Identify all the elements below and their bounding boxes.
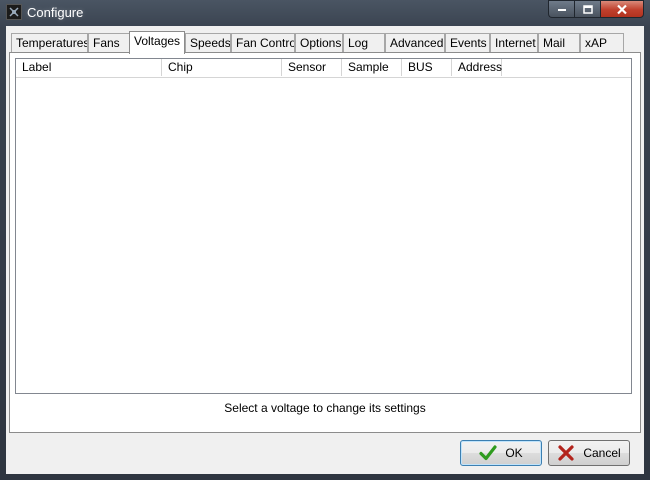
- column-label[interactable]: Label: [16, 59, 162, 76]
- tab-internet[interactable]: Internet: [490, 33, 538, 53]
- column-sample[interactable]: Sample: [342, 59, 402, 76]
- configure-window: Configure Temperatures Fans Voltages Spe…: [0, 0, 650, 480]
- close-button[interactable]: [600, 0, 644, 18]
- tab-speeds[interactable]: Speeds: [185, 33, 231, 53]
- ok-label: OK: [505, 446, 523, 460]
- caption-buttons: [548, 0, 644, 18]
- check-icon: [479, 445, 497, 461]
- tab-log[interactable]: Log: [343, 33, 385, 53]
- tab-mail[interactable]: Mail: [538, 33, 580, 53]
- column-address[interactable]: Address: [452, 59, 502, 76]
- tab-fan-control[interactable]: Fan Control: [231, 33, 295, 53]
- tab-events[interactable]: Events: [445, 33, 490, 53]
- column-sensor[interactable]: Sensor: [282, 59, 342, 76]
- x-icon: [558, 445, 574, 461]
- voltages-list[interactable]: Label Chip Sensor Sample BUS Address: [15, 58, 632, 394]
- tab-options[interactable]: Options: [295, 33, 343, 53]
- ok-button[interactable]: OK: [460, 440, 542, 466]
- voltages-panel: Label Chip Sensor Sample BUS Address Sel…: [9, 53, 641, 433]
- minimize-button[interactable]: [548, 0, 574, 18]
- column-chip[interactable]: Chip: [162, 59, 282, 76]
- cancel-button[interactable]: Cancel: [548, 440, 630, 466]
- cancel-label: Cancel: [583, 446, 621, 460]
- status-text: Select a voltage to change its settings: [224, 401, 426, 415]
- tab-voltages[interactable]: Voltages: [129, 31, 185, 54]
- tab-fans[interactable]: Fans: [88, 33, 131, 53]
- list-header: Label Chip Sensor Sample BUS Address: [16, 59, 631, 78]
- minimize-icon: [557, 9, 566, 11]
- title-bar[interactable]: Configure: [0, 0, 650, 26]
- window-title: Configure: [27, 5, 84, 20]
- tab-temperatures[interactable]: Temperatures: [11, 33, 88, 53]
- tab-strip: Temperatures Fans Voltages Speeds Fan Co…: [9, 31, 641, 54]
- tab-xap[interactable]: xAP: [580, 33, 624, 53]
- maximize-button[interactable]: [574, 0, 600, 18]
- app-icon[interactable]: [6, 4, 22, 20]
- tab-advanced[interactable]: Advanced: [385, 33, 445, 53]
- dialog-client-area: Temperatures Fans Voltages Speeds Fan Co…: [6, 26, 644, 474]
- maximize-icon: [582, 4, 593, 14]
- close-icon: [617, 4, 627, 14]
- column-bus[interactable]: BUS: [402, 59, 452, 76]
